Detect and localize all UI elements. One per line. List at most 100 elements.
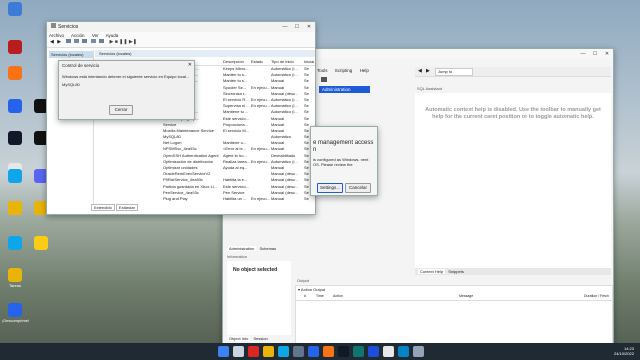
play-icon[interactable]: ▶: [109, 39, 113, 45]
cancel-button[interactable]: Cancelar: [345, 183, 371, 193]
tree-item-local-services[interactable]: Servicios (locales): [49, 51, 93, 58]
close-icon[interactable]: ✕: [303, 22, 315, 32]
minimize-icon[interactable]: —: [577, 49, 589, 59]
desktop-icon[interactable]: ¡Descomprime!: [2, 303, 29, 323]
services-title: Servicios: [58, 24, 79, 30]
cell-start: Manual: [271, 84, 285, 90]
stop-icon[interactable]: ■: [115, 39, 118, 45]
menu-ayuda[interactable]: Ayuda: [106, 33, 119, 38]
desktop-icon[interactable]: [2, 2, 28, 17]
cell-desc: Supervisa el ...: [223, 103, 250, 109]
sql-assistant-label: SQL Assistant: [417, 86, 442, 91]
minimize-icon[interactable]: —: [279, 22, 291, 32]
export-icon[interactable]: [90, 39, 96, 43]
services-toolbar: ◀ ▶ ▶ ■ ❚❚ ▶❚: [47, 39, 315, 48]
restart-icon[interactable]: ▶❚: [129, 39, 137, 45]
properties-icon[interactable]: [73, 39, 79, 43]
menu-help[interactable]: Help: [360, 68, 369, 73]
settings-button[interactable]: Settings...: [317, 183, 343, 193]
gear-icon[interactable]: [413, 346, 424, 357]
desktop-icon[interactable]: [2, 169, 28, 184]
desktop-icon[interactable]: [2, 99, 28, 114]
menu-accion[interactable]: Acción: [71, 33, 85, 38]
cell-desc: <Error al le...: [223, 146, 247, 152]
menu-tools[interactable]: Tools: [317, 68, 328, 73]
clock-date: 24/10/2022: [613, 351, 634, 356]
cell-state: En ejecu...: [251, 84, 270, 90]
tab-administration[interactable]: Administration: [227, 246, 257, 251]
cell-desc: Habilita un ...: [223, 195, 247, 201]
col-message: Message: [459, 294, 474, 298]
desktop-icon[interactable]: Tareas: [2, 268, 28, 288]
firefox-icon[interactable]: [323, 346, 334, 357]
close-icon[interactable]: ✕: [601, 49, 613, 59]
tab-estandar[interactable]: Estándar: [115, 204, 138, 211]
vscode-icon[interactable]: [308, 346, 319, 357]
cell-name: NPSMSvc_4ea93c: [163, 146, 197, 152]
bottom-tabs: Object Info Session: [227, 336, 268, 341]
col-duration: Duration / Fetch: [584, 294, 609, 298]
terminal-icon[interactable]: [338, 346, 349, 357]
forward-icon[interactable]: ▶: [426, 68, 430, 74]
start-icon[interactable]: [218, 346, 229, 357]
vscode-2-icon[interactable]: [368, 346, 379, 357]
refresh-icon[interactable]: [82, 39, 88, 43]
tab-extendido[interactable]: Extendido: [91, 204, 115, 211]
workbench-icon[interactable]: [398, 346, 409, 357]
cell-state: En ejecu...: [251, 103, 270, 109]
tab-schemas[interactable]: Schemas: [259, 246, 276, 251]
pause-icon[interactable]: ❚❚: [119, 39, 127, 45]
forward-icon[interactable]: ▶: [57, 39, 61, 45]
maximize-icon[interactable]: ☐: [291, 22, 303, 32]
cell-start: Automático (i...: [271, 158, 298, 164]
toolbar-icon[interactable]: [321, 77, 327, 82]
mysql-icon[interactable]: [353, 346, 364, 357]
cell-desc: Mantiene u...: [223, 140, 247, 146]
desktop-icon[interactable]: [28, 236, 54, 251]
console-tree-icon[interactable]: [65, 39, 71, 43]
services-titlebar: Servicios — ☐ ✕: [47, 22, 315, 32]
jump-to-select[interactable]: Jump to: [435, 68, 473, 76]
cell-name: Optimización de distribución: [163, 158, 214, 164]
clock[interactable]: 14:23 24/10/2022: [614, 346, 634, 356]
menu-ver[interactable]: Ver: [92, 33, 99, 38]
tab-snippets[interactable]: Snippets: [448, 269, 464, 274]
action-output-label: Action Output: [300, 287, 326, 292]
desktop-icon[interactable]: [2, 40, 28, 55]
no-object-text: No object selected: [233, 267, 278, 273]
app-icon: [34, 236, 48, 250]
col-description[interactable]: Descripción: [223, 59, 244, 64]
help-icon[interactable]: [99, 39, 105, 43]
tab-context-help[interactable]: Context Help: [418, 269, 446, 274]
col-start-type[interactable]: Tipo de inicio: [271, 59, 294, 64]
close-button[interactable]: Cerrar: [109, 105, 133, 115]
close-icon[interactable]: ✕: [188, 62, 192, 68]
back-icon[interactable]: ◀: [418, 68, 422, 74]
back-icon[interactable]: ◀: [50, 39, 54, 45]
col-logon[interactable]: Iniciar sesión como: [304, 59, 314, 64]
cell-start: Automático: [271, 134, 292, 140]
cell-name: Service: [163, 121, 177, 127]
administration-tab[interactable]: Administration: [319, 86, 370, 93]
file-explorer-icon[interactable]: [263, 346, 274, 357]
tab-object-info[interactable]: Object Info: [227, 336, 251, 341]
col-state[interactable]: Estado: [251, 59, 263, 64]
search-icon[interactable]: [233, 346, 244, 357]
cell-logon: Se: [304, 90, 309, 96]
app-icon[interactable]: [383, 346, 394, 357]
menu-archivo[interactable]: Archivo: [49, 33, 64, 38]
cell-state: En ejecu...: [251, 146, 270, 152]
desktop-icon[interactable]: [2, 236, 28, 251]
action-output-select[interactable]: ▾ Action Output: [298, 287, 325, 292]
taskview-icon[interactable]: [248, 346, 259, 357]
tab-session[interactable]: Session: [253, 336, 267, 341]
menu-scripting[interactable]: Scripting: [335, 68, 353, 73]
store-icon[interactable]: [293, 346, 304, 357]
maximize-icon[interactable]: ☐: [589, 49, 601, 59]
edge-icon[interactable]: [278, 346, 289, 357]
table-row[interactable]: Plug and Play Habilita un ... En ejecu... M…: [161, 196, 315, 202]
desktop-icon[interactable]: [2, 131, 28, 146]
desktop-icon[interactable]: [2, 66, 28, 81]
desktop-icon[interactable]: [2, 201, 28, 216]
services-bottom-tabs: Extendido Estándar: [91, 204, 138, 211]
